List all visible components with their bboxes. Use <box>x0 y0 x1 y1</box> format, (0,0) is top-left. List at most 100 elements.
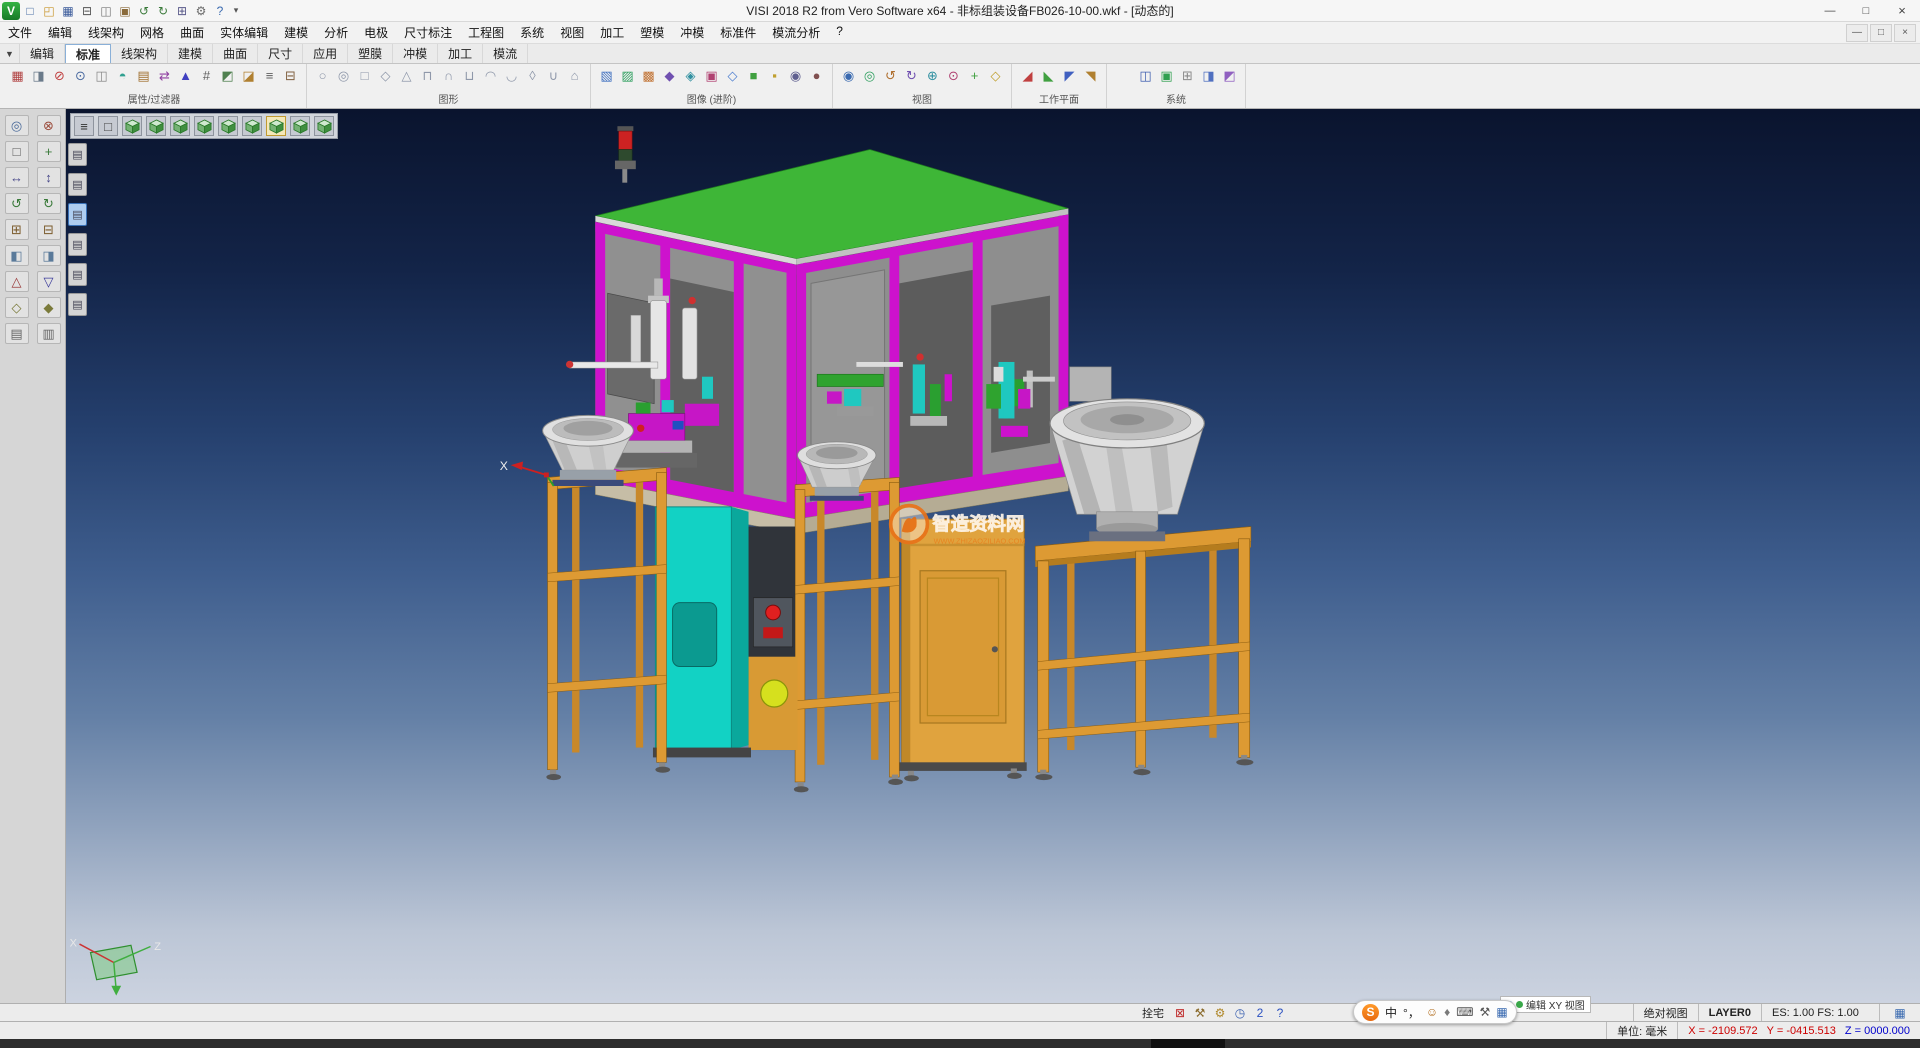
columns-icon[interactable]: ▥ <box>37 323 61 344</box>
shade-x-icon[interactable]: ▧ <box>597 66 616 85</box>
visi-logo-icon[interactable]: V <box>2 2 20 20</box>
ime-mode-chinese[interactable]: 中 <box>1385 1004 1397 1021</box>
menu-mold[interactable]: 塑模 <box>632 24 672 41</box>
help-icon[interactable]: ? <box>211 2 229 20</box>
menu-die[interactable]: 冲模 <box>672 24 712 41</box>
edit-attributes-icon[interactable]: ▲ <box>176 66 195 85</box>
shade-left-icon[interactable]: ◩ <box>218 66 237 85</box>
view-cube-front[interactable] <box>122 116 142 136</box>
cup-icon[interactable]: ⊔ <box>460 66 479 85</box>
panel-toggle-button-4[interactable]: ▤ <box>68 233 87 256</box>
surface-filter-icon[interactable]: ◓ <box>113 66 132 85</box>
new-document-icon[interactable]: □ <box>21 2 39 20</box>
menu-system[interactable]: 系统 <box>512 24 552 41</box>
rotate-ccw-icon[interactable]: ↺ <box>5 193 29 214</box>
view-shaded-icon[interactable]: ◉ <box>839 66 858 85</box>
ime-grid-icon[interactable]: ▦ <box>1496 1005 1507 1019</box>
ime-keyboard-icon[interactable]: ⌨ <box>1456 1005 1473 1019</box>
menu-help[interactable]: ? <box>828 24 851 41</box>
snap-label[interactable]: 拴宅 <box>1136 1005 1170 1021</box>
down-triangle-icon[interactable]: ▽ <box>37 271 61 292</box>
menu-machining[interactable]: 加工 <box>592 24 632 41</box>
filter-remove-icon[interactable]: ⊘ <box>50 66 69 85</box>
diamond-icon[interactable]: ◆ <box>660 66 679 85</box>
plane-custom-icon[interactable]: ◥ <box>1081 66 1100 85</box>
panel-toggle-button-6[interactable]: ▤ <box>68 293 87 316</box>
tab-application[interactable]: 应用 <box>303 44 348 63</box>
mdi-close-button[interactable]: × <box>1894 24 1916 42</box>
view-cube-back[interactable] <box>146 116 166 136</box>
copy-icon[interactable]: ▣ <box>116 2 134 20</box>
half-right-icon[interactable]: ◨ <box>37 245 61 266</box>
grid-toggle-button[interactable]: ▦ <box>1879 1004 1920 1021</box>
settings-icon[interactable]: ⚙ <box>192 2 210 20</box>
tab-machining[interactable]: 加工 <box>438 44 483 63</box>
rows-icon[interactable]: ▤ <box>5 323 29 344</box>
ime-mic-icon[interactable]: ♦ <box>1444 1005 1450 1019</box>
print-preview-icon[interactable]: ◫ <box>97 2 115 20</box>
menu-electrode[interactable]: 电极 <box>356 24 396 41</box>
view-cube-bottom[interactable] <box>242 116 262 136</box>
diamond-dot-icon[interactable]: ◈ <box>681 66 700 85</box>
ime-punctuation-icon[interactable]: °， <box>1403 1004 1420 1021</box>
filter-point-icon[interactable]: ⊙ <box>71 66 90 85</box>
dual-screen-icon[interactable]: ◫ <box>1136 66 1155 85</box>
view-cube-iso[interactable] <box>266 116 286 136</box>
panel-toggle-button-1[interactable]: ▤ <box>68 143 87 166</box>
undo-icon[interactable]: ↺ <box>135 2 153 20</box>
system-colors-icon[interactable] <box>1116 68 1131 83</box>
ime-toolbox-icon[interactable]: ⚒ <box>1480 1005 1491 1019</box>
tab-die[interactable]: 冲模 <box>393 44 438 63</box>
menu-surface[interactable]: 曲面 <box>172 24 212 41</box>
layer-cell[interactable]: LAYER0 <box>1698 1004 1761 1021</box>
tab-dropdown-button[interactable]: ▼ <box>0 44 20 63</box>
rotate-cw-icon[interactable]: ↻ <box>37 193 61 214</box>
circle2-icon[interactable]: ◎ <box>334 66 353 85</box>
ime-toolbar[interactable]: S 中°，☺♦⌨⚒▦ <box>1353 1000 1517 1024</box>
menu-dimension[interactable]: 尺寸标注 <box>396 24 460 41</box>
status-gear-icon[interactable]: ⚙ <box>1210 1006 1230 1020</box>
menu-moldflow[interactable]: 模流分析 <box>764 24 828 41</box>
absolute-view-cell[interactable]: 绝对视图 <box>1633 1004 1698 1021</box>
wire-icon[interactable]: ◇ <box>723 66 742 85</box>
triangle-icon[interactable]: △ <box>397 66 416 85</box>
ime-emoji-icon[interactable]: ☺ <box>1426 1005 1438 1019</box>
prism-icon[interactable]: ⊓ <box>418 66 437 85</box>
menu-file[interactable]: 文件 <box>0 24 40 41</box>
view-plane-button[interactable]: □ <box>98 116 118 136</box>
tab-wireframe[interactable]: 线架构 <box>111 44 168 63</box>
menu-drafting[interactable]: 工程图 <box>460 24 512 41</box>
grid-icon[interactable]: ⊞ <box>1178 66 1197 85</box>
menu-view[interactable]: 视图 <box>552 24 592 41</box>
shade-y-icon[interactable]: ▨ <box>618 66 637 85</box>
diamond-icon[interactable]: ◇ <box>5 297 29 318</box>
view-cube-dimetric[interactable] <box>314 116 334 136</box>
status-help-icon[interactable]: ? <box>1270 1006 1290 1020</box>
shade-grid-icon[interactable]: ▩ <box>639 66 658 85</box>
status-count-badge[interactable]: 2 <box>1250 1006 1270 1020</box>
circle-icon[interactable]: ○ <box>313 66 332 85</box>
plane-xy-icon[interactable]: ◢ <box>1018 66 1037 85</box>
view-cube-left[interactable] <box>170 116 190 136</box>
tab-standard[interactable]: 标准 <box>65 44 111 63</box>
tab-mold[interactable]: 塑膜 <box>348 44 393 63</box>
mdi-minimize-button[interactable]: — <box>1846 24 1868 42</box>
minus-box-icon[interactable]: ⊟ <box>281 66 300 85</box>
marquee-icon[interactable]: □ <box>5 141 29 162</box>
arch-icon[interactable]: ◠ <box>481 66 500 85</box>
screen-icon[interactable]: ▣ <box>1157 66 1176 85</box>
menu-solid-edit[interactable]: 实体编辑 <box>212 24 276 41</box>
menu-edit[interactable]: 编辑 <box>40 24 80 41</box>
point-icon[interactable]: ▪ <box>765 66 784 85</box>
target-icon[interactable]: ◉ <box>786 66 805 85</box>
quick-access-dropdown[interactable]: ▾ <box>229 1 243 20</box>
panel-toggle-button-2[interactable]: ▤ <box>68 173 87 196</box>
solid-icon[interactable]: ■ <box>744 66 763 85</box>
status-clock-icon[interactable]: ◷ <box>1230 1006 1250 1020</box>
render-icon[interactable]: ▣ <box>702 66 721 85</box>
tab-dimension[interactable]: 尺寸 <box>258 44 303 63</box>
half-left-icon[interactable]: ◧ <box>5 245 29 266</box>
tab-modeling[interactable]: 建模 <box>168 44 213 63</box>
grid-icon[interactable]: ⊞ <box>173 2 191 20</box>
list-icon[interactable]: ≡ <box>260 66 279 85</box>
